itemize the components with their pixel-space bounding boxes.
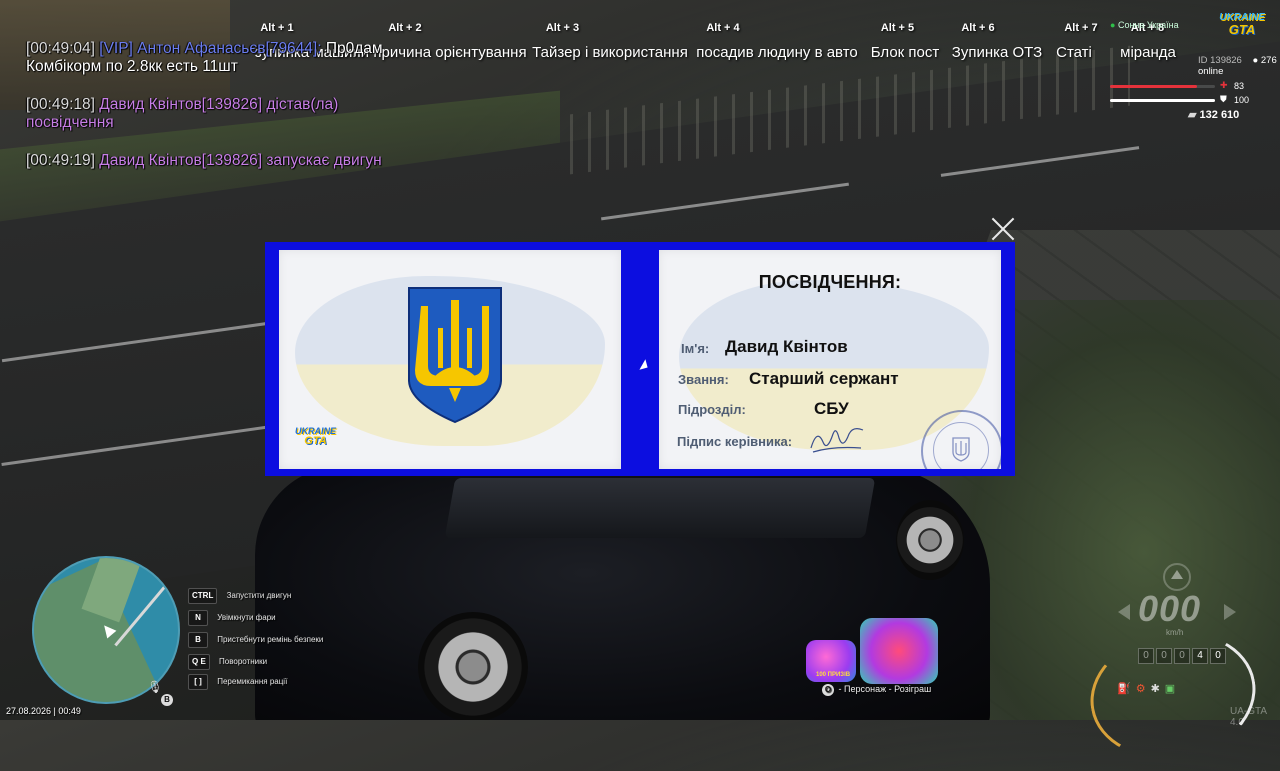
stamp-emblem-icon: [952, 437, 970, 462]
chat-author: Давид Квінтов[139826]: [99, 152, 263, 169]
engine-icon: ⚙: [1135, 683, 1151, 695]
online-counter: ID 139826 ● 276 online: [1198, 55, 1280, 77]
money-value: 132 610: [1199, 109, 1240, 121]
ukraine-gta-logo: UKRAINE GTA: [1214, 12, 1270, 40]
chat-time: [00:49:18]: [26, 96, 95, 113]
armor-value: 100: [1234, 95, 1250, 105]
ukraine-gta-logo-small: UKRAINE GTA: [295, 426, 336, 447]
hint-key: Q E: [188, 654, 210, 670]
alt-item-7[interactable]: Alt + 7 Статі: [1050, 22, 1098, 61]
hint-row: Q E Поворотники: [188, 654, 267, 670]
logo-text-bottom: GTA: [1228, 22, 1256, 37]
coat-of-arms-icon: [408, 287, 502, 424]
money-display: ▰ 132 610: [1188, 108, 1239, 121]
hint-row: CTRL Запустити двигун: [188, 588, 291, 604]
id-card-right-page: ПОСВІДЧЕННЯ: Ім'я: Давид Квінтов Звання:…: [659, 250, 1001, 469]
version-label: UA-GTA 4.0: [1230, 706, 1267, 728]
chat-author: Давид Квінтов[139826]: [99, 96, 263, 113]
server-label: Сонна Україна: [1117, 20, 1179, 30]
turn-left-icon: [1118, 604, 1130, 620]
hint-label: Запустити двигун: [226, 591, 292, 600]
alt-label: Тайзер і використання: [532, 44, 688, 61]
rank-label: Звання:: [678, 372, 729, 387]
hint-label: Перемикання рації: [217, 677, 288, 686]
alt-key: Alt + 6: [961, 22, 995, 34]
health-bar-fill: [1110, 85, 1198, 88]
server-name: ● Сонна Україна: [1110, 20, 1179, 30]
car-wheel: [418, 612, 528, 720]
hint-label: Увімкнути фари: [217, 613, 276, 622]
signature-label: Підпис керівника:: [677, 434, 793, 449]
chat-message: [00:49:04] [VIP] Антон Афанасьєв[79644]:…: [26, 40, 406, 76]
id-card: UKRAINE GTA ПОСВІДЧЕННЯ: Ім'я: Давид Кві…: [265, 242, 1015, 476]
chat-author: [VIP] Антон Афанасьєв[79644]:: [99, 40, 322, 57]
hint-row: [ ] Перемикання рації: [188, 674, 287, 690]
promo-characters-image: [860, 618, 938, 684]
alt-item-4[interactable]: Alt + 4 посадив людину в авто: [696, 22, 858, 61]
chat-log: [00:49:04] [VIP] Антон Афанасьєв[79644]:…: [26, 40, 406, 190]
date-time: 27.08.2026 | 00:49: [6, 706, 81, 716]
turn-right-icon: [1224, 604, 1236, 620]
hint-row: B Пристебнути ремінь безпеки: [188, 632, 323, 648]
alt-key: Alt + 7: [1064, 22, 1098, 34]
signature-image: [810, 428, 864, 453]
lights-icon: ✱: [1150, 683, 1165, 695]
promo-tag: 100 ПРИЗІВ: [816, 672, 851, 678]
hint-key: B: [188, 632, 208, 648]
speed-value: 000: [1138, 588, 1202, 629]
alt-label: міранда: [1120, 44, 1176, 61]
alt-item-6[interactable]: Alt + 6 Зупинка ОТЗ: [952, 22, 1042, 61]
rank-value: Старший сержант: [749, 369, 899, 388]
alt-label: Зупинка ОТЗ: [951, 44, 1043, 61]
mic-key-badge: B: [161, 694, 173, 706]
microphone-icon: 🎙: [147, 680, 163, 694]
id-card-left-page: UKRAINE GTA: [279, 250, 621, 469]
promo-text: - Персонаж - Розіграш: [838, 684, 932, 694]
unit-value: СБУ: [814, 399, 849, 418]
hint-key: N: [188, 610, 208, 626]
armor-icon: ⛊: [1220, 94, 1227, 104]
armor-bar: [1110, 99, 1215, 102]
health-value: 83: [1234, 81, 1245, 91]
promo-key: O: [822, 684, 834, 696]
fuel-icon: ⛽: [1117, 683, 1136, 695]
health-bar: [1110, 85, 1215, 88]
promo-hint: O - Персонаж - Розіграш: [822, 684, 931, 696]
alt-key: Alt + 4: [706, 22, 740, 34]
alt-label: Статі: [1056, 44, 1092, 61]
hint-row: N Увімкнути фари: [188, 610, 276, 626]
chat-time: [00:49:04]: [26, 40, 95, 57]
alt-label: Блок пост: [870, 44, 940, 61]
promo-banner[interactable]: 100 ПРИЗІВ: [806, 614, 938, 686]
car-wheel: [896, 500, 964, 580]
speedometer-up-icon: [1163, 563, 1191, 591]
hint-label: Пристебнути ремінь безпеки: [217, 635, 324, 644]
hint-key: CTRL: [188, 588, 218, 604]
chat-time: [00:49:19]: [26, 152, 95, 169]
chat-message: [00:49:18] Давид Квінтов[139826] дістав(…: [26, 96, 406, 132]
vehicle-status-icons: ⛽⚙✱▣: [1117, 682, 1180, 695]
player-id: ID 139826: [1198, 55, 1242, 66]
hint-label: Поворотники: [219, 657, 268, 666]
id-card-title: ПОСВІДЧЕННЯ:: [758, 272, 902, 292]
health-icon: ✚: [1220, 80, 1228, 90]
chat-text: запускає двигун: [266, 152, 382, 169]
armor-bar-fill: [1110, 99, 1215, 102]
alt-label: посадив людину в авто: [696, 44, 858, 61]
server-status-icon: ●: [1110, 20, 1116, 30]
name-label: Ім'я:: [681, 341, 710, 356]
hint-key: [ ]: [188, 674, 208, 690]
money-icon: ▰: [1188, 109, 1197, 121]
logo-text-bottom: GTA: [304, 435, 327, 447]
name-value: Давид Квінтов: [725, 337, 848, 356]
door-icon: ▣: [1164, 683, 1181, 695]
unit-label: Підрозділ:: [678, 402, 746, 417]
car-window: [444, 478, 876, 538]
chat-message: [00:49:19] Давид Квінтов[139826] запуска…: [26, 152, 406, 170]
close-icon[interactable]: [990, 216, 1016, 242]
online-icon: ●: [1252, 55, 1259, 66]
